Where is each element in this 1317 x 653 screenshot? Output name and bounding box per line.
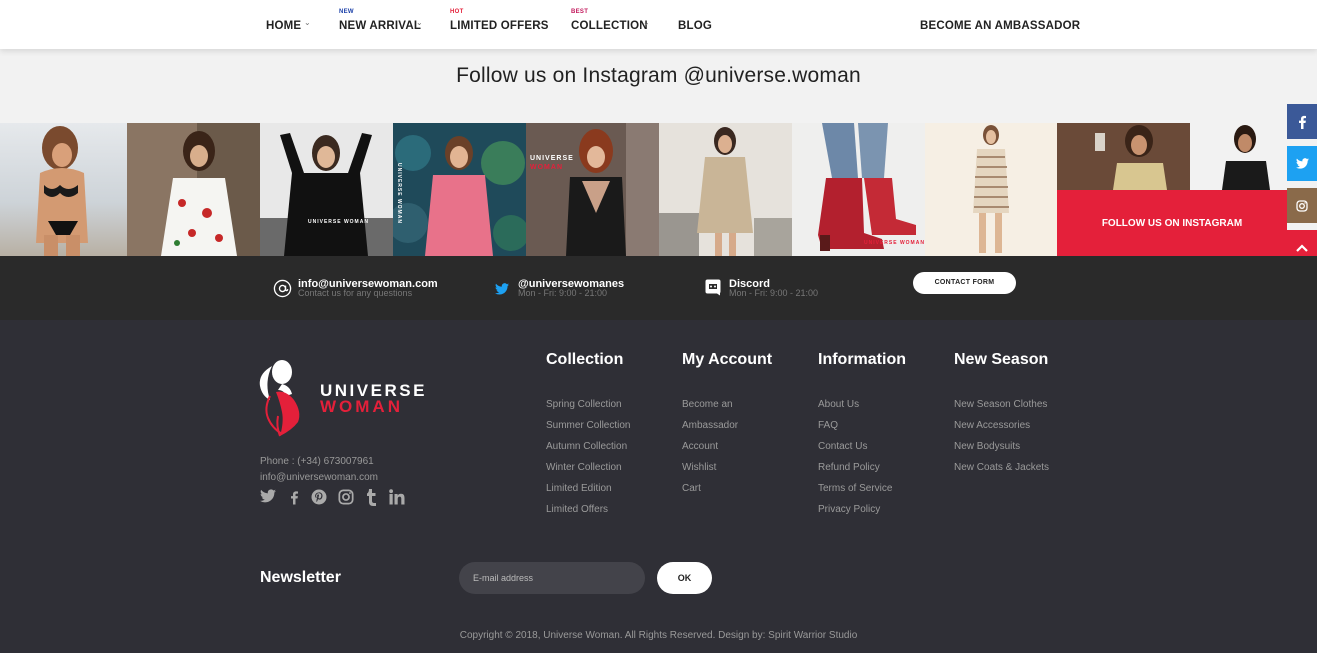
nav-label: HOME [266,20,302,32]
chevron-down-icon: ⌄ [416,18,423,27]
contact-twitter[interactable]: @universewomanes Mon - Fri: 9:00 - 21:00 [518,278,624,298]
footer-link[interactable]: Refund Policy [818,462,880,473]
top-navigation: HOME ⌄ NEW NEW ARRIVAL ⌄ HOT LIMITED OFF… [0,0,1317,49]
footer-link[interactable]: Limited Offers [546,504,608,515]
nav-label: LIMITED OFFERS [450,20,549,32]
footer-link[interactable]: Winter Collection [546,462,622,473]
follow-instagram-button[interactable]: FOLLOW US ON INSTAGRAM [1057,190,1287,256]
photo-brand-line1: UNIVERSE [530,155,574,162]
nav-badge: BEST [571,9,589,15]
footer-link[interactable]: New Accessories [954,420,1030,431]
footer-link[interactable]: Summer Collection [546,420,630,431]
twitter-icon[interactable] [260,489,278,507]
photo-watermark: UNIVERSE WOMAN [396,163,402,224]
nav-item-home[interactable]: HOME ⌄ [266,0,326,49]
footer-link[interactable]: FAQ [818,420,838,431]
twitter-icon [495,282,509,300]
footer-phone: Phone : (+34) 673007961 [260,456,374,467]
ambassador-label: BECOME AN AMBASSADOR [920,20,1081,32]
footer-link[interactable]: Account [682,441,718,452]
linkedin-icon[interactable] [389,489,407,507]
contact-discord-sub: Mon - Fri: 9:00 - 21:00 [729,288,819,298]
footer-link[interactable]: Autumn Collection [546,441,627,452]
at-sign-icon [273,279,292,303]
pinterest-icon[interactable] [311,489,329,507]
instagram-photo[interactable]: UNIVERSE WOMAN [260,123,393,256]
discord-icon [705,279,721,301]
instagram-photo[interactable]: UNIVERSE WOMAN [792,123,925,256]
contact-bar [0,256,1317,320]
footer-link[interactable]: Limited Edition [546,483,612,494]
newsletter-submit-button[interactable]: OK [657,562,712,594]
photo-watermark: UNIVERSE WOMAN [308,219,369,225]
footer-column-title: New Season [954,351,1049,368]
nav-label: NEW ARRIVAL [339,20,422,32]
footer-column-title: Collection [546,351,624,368]
photo-watermark: UNIVERSE WOMAN [864,240,925,246]
nav-label: COLLECTION [571,20,648,32]
footer-email[interactable]: info@universewoman.com [260,472,378,483]
facebook-icon[interactable] [289,489,307,507]
footer-link[interactable]: Contact Us [818,441,867,452]
footer [0,320,1317,653]
footer-link[interactable]: New Season Clothes [954,399,1047,410]
footer-column-title: My Account [682,351,773,368]
nav-badge: HOT [450,9,464,15]
nav-item-new-arrival[interactable]: NEW NEW ARRIVAL ⌄ [339,0,439,49]
instagram-photo[interactable] [0,123,127,256]
instagram-heading: Follow us on Instagram @universe.woman [456,64,861,87]
copyright-text: Copyright © 2018, Universe Woman. All Ri… [459,630,858,641]
instagram-icon[interactable] [338,489,356,507]
footer-link[interactable]: Become an [682,399,733,410]
footer-link[interactable]: Spring Collection [546,399,622,410]
nav-badge: NEW [339,9,354,15]
chevron-down-icon: ⌄ [643,18,650,27]
nav-item-blog[interactable]: BLOG [678,0,718,49]
instagram-photo[interactable] [659,123,792,256]
photo-brand-line2: WOMAN [530,164,563,171]
footer-link[interactable]: Ambassador [682,420,738,431]
instagram-photo[interactable] [127,123,260,256]
instagram-photo[interactable] [1190,123,1287,190]
nav-item-collection[interactable]: BEST COLLECTION ⌄ [571,0,666,49]
footer-link[interactable]: About Us [818,399,859,410]
instagram-photo[interactable]: UNIVERSE WOMAN [393,123,526,256]
nav-item-limited-offers[interactable]: HOT LIMITED OFFERS ⌄ [450,0,560,49]
newsletter-label: Newsletter [260,569,341,586]
instagram-photo[interactable] [925,123,1057,256]
footer-link[interactable]: New Coats & Jackets [954,462,1049,473]
footer-link[interactable]: Wishlist [682,462,716,473]
footer-link[interactable]: New Bodysuits [954,441,1020,452]
instagram-icon[interactable] [1287,188,1317,223]
brand-name-line2: WOMAN [320,397,403,416]
facebook-icon[interactable] [1287,104,1317,139]
chevron-down-icon: ⌄ [536,18,543,27]
contact-form-button[interactable]: CONTACT FORM [913,272,1016,294]
nav-label: BLOG [678,20,713,32]
footer-column-title: Information [818,351,906,368]
tumblr-icon[interactable] [366,489,384,507]
become-ambassador-link[interactable]: BECOME AN AMBASSADOR [920,0,1080,49]
newsletter-email-input[interactable] [459,562,645,594]
instagram-photo[interactable] [1057,123,1190,190]
footer-link[interactable]: Cart [682,483,701,494]
footer-link[interactable]: Privacy Policy [818,504,880,515]
chevron-down-icon: ⌄ [304,18,311,27]
footer-link[interactable]: Terms of Service [818,483,892,494]
contact-email[interactable]: info@universewoman.com Contact us for an… [298,278,438,298]
twitter-icon[interactable] [1287,146,1317,181]
contact-discord[interactable]: Discord Mon - Fri: 9:00 - 21:00 [729,278,818,298]
instagram-photo[interactable]: UNIVERSE WOMAN [526,123,659,256]
